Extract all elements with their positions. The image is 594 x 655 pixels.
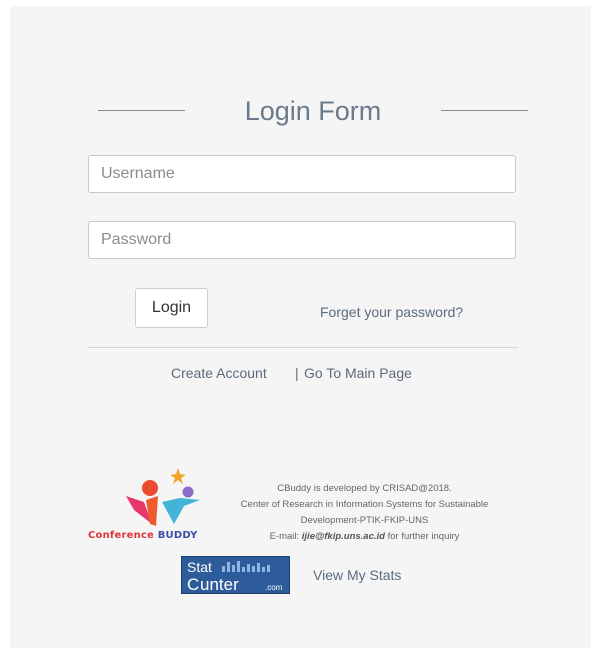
info-line-3: Development-PTIK-FKIP-UNS xyxy=(300,515,429,526)
go-to-main-page-link[interactable]: Go To Main Page xyxy=(304,365,412,381)
statcounter-c-text: C xyxy=(187,575,199,594)
page-title: Login Form xyxy=(244,96,382,126)
statcounter-bars-icon xyxy=(222,561,270,572)
title-row: Login Form xyxy=(98,94,528,128)
title-divider-right xyxy=(441,110,528,111)
logo-head-red-icon xyxy=(142,480,158,496)
create-account-link[interactable]: Create Account xyxy=(171,365,267,381)
statcounter-stat-text: Stat xyxy=(187,559,212,575)
info-line-4: E-mail: ijie@fkip.uns.ac.id for further … xyxy=(212,529,517,545)
statcounter-badge[interactable]: Stat C unter .com xyxy=(181,556,290,594)
username-input[interactable] xyxy=(88,155,516,193)
logo-word-conference: Conference xyxy=(88,530,155,541)
logo-figure-blue-icon xyxy=(162,498,200,524)
link-separator: | xyxy=(295,365,299,381)
forget-password-link[interactable]: Forget your password? xyxy=(320,304,463,320)
login-button[interactable]: Login xyxy=(135,288,208,328)
email-prefix: E-mail: xyxy=(269,531,302,542)
info-line-1: CBuddy is developed by CRISAD@2018. xyxy=(277,483,452,494)
view-my-stats-link[interactable]: View My Stats xyxy=(313,567,401,583)
statcounter-unter-text: unter xyxy=(200,575,239,594)
developer-info: CBuddy is developed by CRISAD@2018. Cent… xyxy=(212,481,517,545)
login-panel: Login Form xyxy=(10,6,591,648)
info-line-2: Center of Research in Information System… xyxy=(240,499,489,510)
logo-wordmark: Conference BUDDY xyxy=(88,530,198,541)
logo-figure-orange-icon xyxy=(146,496,158,526)
email-address: ijie@fkip.uns.ac.id xyxy=(301,531,385,542)
form-divider xyxy=(88,347,518,348)
password-input[interactable] xyxy=(88,221,516,259)
email-suffix: for further inquiry xyxy=(384,531,460,542)
statcounter-logo: Stat C unter .com xyxy=(187,559,283,594)
logo-word-buddy: BUDDY xyxy=(157,530,198,541)
statcounter-com-text: .com xyxy=(265,583,283,592)
logo-star-icon xyxy=(170,468,186,484)
logo-head-purple-icon xyxy=(182,486,194,498)
